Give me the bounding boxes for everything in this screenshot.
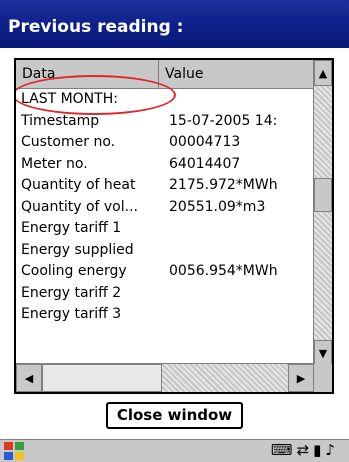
list-row[interactable]: Quantity of heat 2175.972*MWh	[16, 175, 314, 197]
row-value: 00004713	[169, 134, 241, 150]
row-value: 15-07-2005 14:	[169, 112, 278, 129]
column-header-value[interactable]: Value	[159, 60, 314, 88]
connectivity-icon[interactable]: ⇄	[297, 441, 314, 459]
list-rows: LAST MONTH: Timestamp 15-07-2005 14: Cust…	[16, 89, 314, 326]
row-data: Energy tariff 3	[21, 306, 122, 322]
keyboard-icon[interactable]: ⌨	[271, 441, 297, 459]
column-header-data[interactable]: Data	[16, 60, 159, 88]
windows-start-icon[interactable]	[4, 442, 26, 460]
row-data: Energy tariff 2	[21, 284, 122, 301]
row-data: Quantity of vol...	[21, 198, 138, 215]
vertical-scroll-thumb[interactable]	[314, 178, 332, 212]
list-row[interactable]: Cooling energy 0056.954*MWh	[16, 261, 314, 283]
readings-list-view[interactable]: Data Value LAST MONTH: Timestamp 15-07-20…	[14, 58, 334, 394]
scroll-left-arrow-icon[interactable]: ◀	[16, 364, 42, 392]
row-value: 0056.954*MWh	[169, 263, 278, 279]
list-header: Data Value	[16, 60, 314, 89]
list-row[interactable]: Energy tariff 2	[16, 283, 314, 305]
list-row[interactable]: Customer no. 00004713	[16, 132, 314, 154]
list-row[interactable]: Timestamp 15-07-2005 14:	[16, 111, 314, 133]
scroll-right-arrow-icon[interactable]: ▶	[288, 364, 314, 392]
row-data: LAST MONTH:	[21, 91, 118, 107]
row-value: 20551.09*m3	[169, 198, 266, 215]
window-title-bar: Previous reading :	[0, 0, 349, 48]
scrollbar-corner	[314, 364, 332, 392]
list-row[interactable]: Quantity of vol... 20551.09*m3	[16, 197, 314, 219]
list-row[interactable]: Meter no. 64014407	[16, 154, 314, 176]
vertical-scrollbar[interactable]: ▲ ▼	[313, 60, 332, 366]
close-window-button[interactable]: Close window	[106, 402, 243, 429]
list-row[interactable]: Energy tariff 1	[16, 218, 314, 240]
window-title: Previous reading :	[8, 17, 184, 37]
row-data: Customer no.	[21, 134, 116, 150]
row-value: 64014407	[169, 155, 241, 172]
list-row[interactable]: Energy supplied	[16, 240, 314, 262]
battery-icon[interactable]: ▮	[313, 441, 325, 459]
taskbar: ⌨⇄▮♪	[0, 439, 349, 462]
row-data: Energy tariff 1	[21, 220, 122, 236]
row-data: Quantity of heat	[21, 177, 136, 193]
list-row[interactable]: LAST MONTH:	[16, 89, 314, 111]
volume-icon[interactable]: ♪	[325, 441, 339, 459]
list-row[interactable]: Energy tariff 3	[16, 304, 314, 326]
system-tray: ⌨⇄▮♪	[271, 441, 339, 459]
row-data: Cooling energy	[21, 263, 127, 279]
horizontal-scrollbar[interactable]: ◀ ▶	[16, 363, 314, 392]
row-data: Meter no.	[21, 155, 88, 172]
horizontal-scroll-thumb[interactable]	[42, 364, 162, 392]
row-data: Energy supplied	[21, 241, 134, 258]
row-value: 2175.972*MWh	[169, 177, 278, 193]
scroll-up-arrow-icon[interactable]: ▲	[314, 60, 332, 86]
row-data: Timestamp	[21, 112, 100, 129]
scroll-down-arrow-icon[interactable]: ▼	[314, 340, 332, 366]
